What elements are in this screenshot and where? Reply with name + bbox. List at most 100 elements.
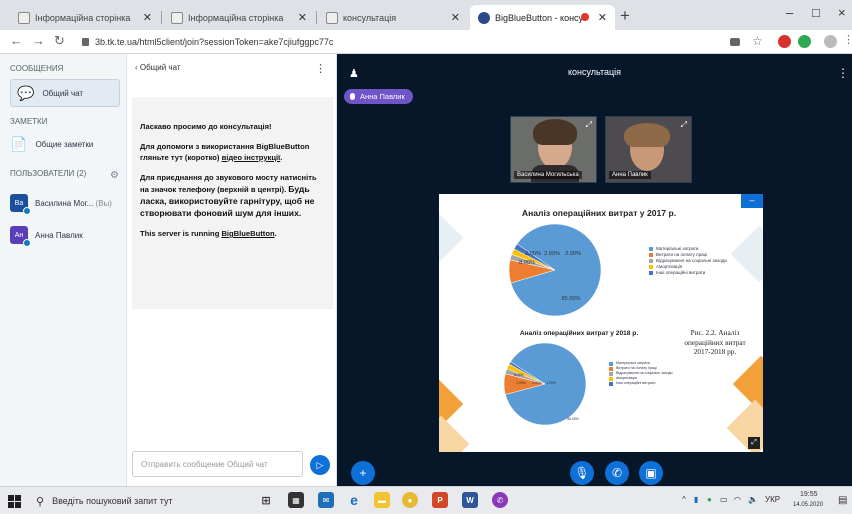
pie-value-label: 2.00%	[565, 251, 581, 257]
fullscreen-icon[interactable]: ⤢	[586, 120, 592, 130]
bigbluebutton-link[interactable]: BigBlueButton	[221, 229, 274, 238]
task-view-icon[interactable]: ⊞	[258, 492, 274, 508]
user-list-item[interactable]: Ан Анна Павлик	[10, 226, 83, 247]
avatar-initials: Ан	[14, 231, 24, 239]
windows-start-icon[interactable]	[8, 495, 21, 508]
forward-icon[interactable]: →	[32, 33, 45, 48]
tray-app-icon[interactable]: ▮	[694, 495, 698, 504]
online-status-icon	[23, 239, 31, 247]
legend-label: Інші операційні витрати	[616, 381, 656, 385]
legend-swatch	[649, 265, 653, 269]
back-icon[interactable]: ←	[10, 33, 23, 48]
page-icon	[18, 11, 30, 24]
url-text: 3b.tk.te.ua/html5client/join?sessionToke…	[95, 37, 334, 47]
you-label: (Вы)	[95, 198, 112, 208]
welcome-heading: Ласкаво просимо до консультація!	[140, 122, 272, 131]
extension-icon[interactable]	[798, 35, 811, 48]
reload-icon[interactable]: ↻	[54, 33, 65, 49]
webcam-button[interactable]: ▣	[639, 461, 663, 485]
online-status-icon	[23, 207, 31, 215]
fullscreen-icon[interactable]: ⤢	[748, 437, 760, 449]
tray-expand-icon[interactable]: ^	[682, 495, 686, 504]
recording-icon	[581, 13, 589, 21]
webcam-video[interactable]: ⤢ Василина Могильська	[510, 116, 597, 183]
pie-value-label: 2.00%	[532, 381, 542, 385]
url-field[interactable]: 3b.tk.te.ua/html5client/join?sessionToke…	[82, 34, 702, 50]
extension-icon[interactable]	[778, 35, 791, 48]
gear-icon[interactable]: ⚙	[110, 170, 119, 181]
clock-time[interactable]: 19:55	[800, 491, 818, 498]
close-icon[interactable]: ✕	[298, 11, 307, 24]
minimize-presentation-button[interactable]: –	[741, 194, 763, 208]
battery-icon[interactable]: ▭	[720, 495, 728, 504]
legend-swatch	[609, 362, 613, 366]
person-hair	[533, 119, 577, 145]
powerpoint-icon[interactable]: P	[432, 492, 448, 508]
wifi-icon[interactable]: ◠	[734, 495, 741, 504]
legend-label: Інші операційні витрати	[656, 270, 706, 275]
search-icon: ⚲	[36, 495, 45, 508]
language-indicator[interactable]: УКР	[765, 495, 780, 504]
pie-chart-2018: 85.00% 8.00% 2.00% 2.00% 1.00%	[503, 342, 587, 426]
close-icon[interactable]: ✕	[598, 11, 607, 24]
maximize-button[interactable]: □	[812, 5, 820, 20]
pie-value-label: 8.00%	[514, 373, 524, 377]
clock-date[interactable]: 14.05.2020	[793, 502, 823, 508]
shared-notes-item[interactable]: 📄 Общие заметки	[10, 136, 93, 153]
actions-plus-button[interactable]: +	[351, 461, 375, 485]
chart-title: Аналіз операційних витрат у 2018 р.	[519, 330, 639, 337]
legend-entry: Інші операційні витрати	[649, 270, 729, 276]
taskbar-search[interactable]: ⚲ Введіть пошуковий запит тут	[36, 491, 236, 511]
bookmark-star-icon[interactable]: ☆	[752, 34, 763, 48]
close-window-button[interactable]: ×	[838, 5, 846, 20]
legend-swatch	[609, 377, 613, 381]
profile-avatar[interactable]	[824, 35, 837, 48]
chart-title: Аналіз операційних витрат у 2017 р.	[521, 208, 677, 218]
chat-icon: 💬	[17, 84, 35, 101]
page-icon	[171, 11, 183, 24]
file-explorer-icon[interactable]: ▬	[374, 492, 390, 508]
avatar-initials: Ва	[14, 199, 24, 207]
user-list-item[interactable]: Ва Василина Мог... (Вы)	[10, 194, 112, 215]
legend-swatch	[609, 367, 613, 371]
message-input[interactable]: Отправить сообщение Общий чат	[132, 451, 303, 477]
lock-icon	[82, 38, 89, 46]
mail-icon[interactable]: ✉	[318, 492, 334, 508]
send-message-button[interactable]: ▷	[310, 455, 330, 475]
taskbar-search-placeholder: Введіть пошуковий запит тут	[52, 496, 173, 506]
browser-tab[interactable]: Інформаційна сторінка ✕	[163, 5, 315, 30]
volume-icon[interactable]: 🔈	[748, 495, 758, 504]
options-menu-icon[interactable]: ⋮	[837, 66, 849, 80]
user-name: Василина Мог...	[35, 198, 94, 208]
store-icon[interactable]: ▦	[288, 492, 304, 508]
new-tab-button[interactable]: +	[620, 6, 630, 26]
help-text: Для допомоги з використання BigBlueButto…	[140, 142, 310, 162]
edge-icon[interactable]: e	[346, 492, 362, 508]
video-instructions-link[interactable]: відео інструкції	[222, 153, 281, 162]
tray-app-icon[interactable]: ●	[707, 495, 712, 504]
audio-instructions: Для приєднання до звукового мосту натисн…	[140, 173, 317, 218]
chrome-icon[interactable]: ●	[402, 492, 418, 508]
chart-legend: Матеріальні затрати Витрати на оплату пра…	[649, 246, 729, 276]
fullscreen-icon[interactable]: ⤢	[681, 120, 687, 130]
talker-name: Анна Павлик	[360, 92, 405, 101]
webcam-video[interactable]: ⤢ Анна Павлик	[605, 116, 692, 183]
minimize-button[interactable]: –	[786, 5, 793, 20]
tab-title: Інформаційна сторінка	[188, 12, 284, 23]
phone-audio-button[interactable]: ✆	[605, 461, 629, 485]
browser-tab[interactable]: Інформаційна сторінка ✕	[10, 5, 160, 30]
browser-menu-icon[interactable]: ⋮	[843, 33, 852, 46]
chat-header-back[interactable]: ‹ Общий чат	[135, 63, 181, 72]
browser-tab[interactable]: консультація ✕	[318, 5, 468, 30]
word-icon[interactable]: W	[462, 492, 478, 508]
chat-options-icon[interactable]: ⋮	[315, 62, 326, 75]
public-chat-item[interactable]: 💬 Общий чат	[10, 79, 120, 107]
microphone-button[interactable]: 🎙	[570, 461, 594, 485]
viber-icon[interactable]: ✆	[492, 492, 508, 508]
notifications-icon[interactable]: ▤	[838, 495, 847, 506]
close-icon[interactable]: ✕	[143, 11, 152, 24]
browser-tab-strip: Інформаційна сторінка ✕ Інформаційна сто…	[0, 0, 852, 30]
camera-permission-icon[interactable]	[730, 38, 740, 46]
browser-tab-active[interactable]: BigBlueButton - консульта... ✕	[470, 5, 615, 30]
close-icon[interactable]: ✕	[451, 11, 460, 24]
